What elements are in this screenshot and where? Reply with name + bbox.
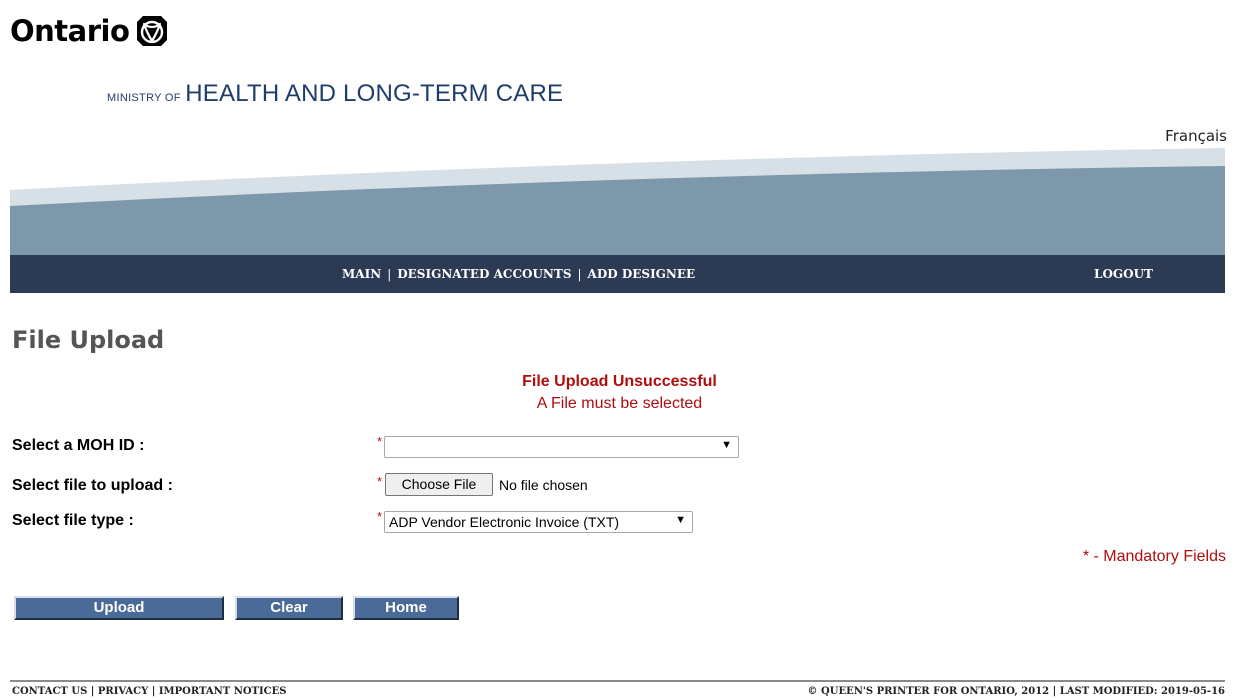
- required-marker: *: [377, 434, 383, 449]
- ontario-logo: Ontario: [10, 14, 169, 48]
- error-message-detail: A File must be selected: [536, 395, 703, 412]
- required-marker: *: [377, 474, 383, 489]
- nav-separator: |: [387, 267, 392, 281]
- file-type-select[interactable]: ADP Vendor Electronic Invoice (TXT) ▼: [384, 511, 693, 533]
- nav-separator: |: [577, 267, 582, 281]
- moh-id-select[interactable]: ▼: [384, 436, 739, 458]
- logo-text: Ontario: [10, 14, 130, 48]
- mandatory-fields-note: * - Mandatory Fields: [1082, 548, 1226, 565]
- nav-links: MAIN | DESIGNATED ACCOUNTS | ADD DESIGNE…: [342, 255, 695, 293]
- logout-link[interactable]: LOGOUT: [1094, 255, 1153, 293]
- home-button[interactable]: Home: [353, 596, 459, 620]
- file-type-selected-value: ADP Vendor Electronic Invoice (TXT): [389, 514, 620, 530]
- upload-button[interactable]: Upload: [14, 596, 224, 620]
- chevron-down-icon: ▼: [675, 514, 686, 526]
- file-type-label: Select file type :: [12, 512, 134, 529]
- footer-link-important-notices[interactable]: IMPORTANT NOTICES: [159, 686, 287, 697]
- file-upload-label: Select file to upload :: [12, 477, 173, 494]
- header-banner: [10, 148, 1225, 256]
- nav-designated-accounts[interactable]: DESIGNATED ACCOUNTS: [397, 267, 571, 281]
- main-navigation: MAIN | DESIGNATED ACCOUNTS | ADD DESIGNE…: [10, 255, 1225, 293]
- nav-main[interactable]: MAIN: [342, 267, 381, 281]
- chevron-down-icon: ▼: [721, 439, 732, 451]
- footer-separator: |: [90, 686, 95, 697]
- footer-copyright: © QUEEN'S PRINTER FOR ONTARIO, 2012 | LA…: [807, 686, 1225, 697]
- choose-file-button[interactable]: Choose File: [385, 473, 493, 496]
- page-title: File Upload: [12, 326, 165, 354]
- footer-separator: |: [151, 686, 156, 697]
- moh-id-label: Select a MOH ID :: [12, 437, 145, 454]
- required-marker: *: [377, 509, 383, 524]
- file-status-text: No file chosen: [499, 477, 588, 493]
- footer-link-contact-us[interactable]: CONTACT US: [12, 686, 87, 697]
- nav-add-designee[interactable]: ADD DESIGNEE: [588, 267, 696, 281]
- footer-divider: [10, 680, 1225, 682]
- ministry-name: MINISTRY OF HEALTH AND LONG-TERM CARE: [107, 80, 563, 108]
- footer-link-privacy[interactable]: PRIVACY: [98, 686, 148, 697]
- error-message-title: File Upload Unsuccessful: [522, 373, 717, 390]
- ontario-trillium-icon: [137, 16, 168, 46]
- footer-links: CONTACT US | PRIVACY | IMPORTANT NOTICES: [12, 686, 286, 697]
- clear-button[interactable]: Clear: [235, 596, 343, 620]
- ministry-prefix: MINISTRY OF: [107, 92, 181, 104]
- ministry-title: HEALTH AND LONG-TERM CARE: [185, 80, 564, 107]
- language-link-french[interactable]: Français: [1165, 127, 1227, 145]
